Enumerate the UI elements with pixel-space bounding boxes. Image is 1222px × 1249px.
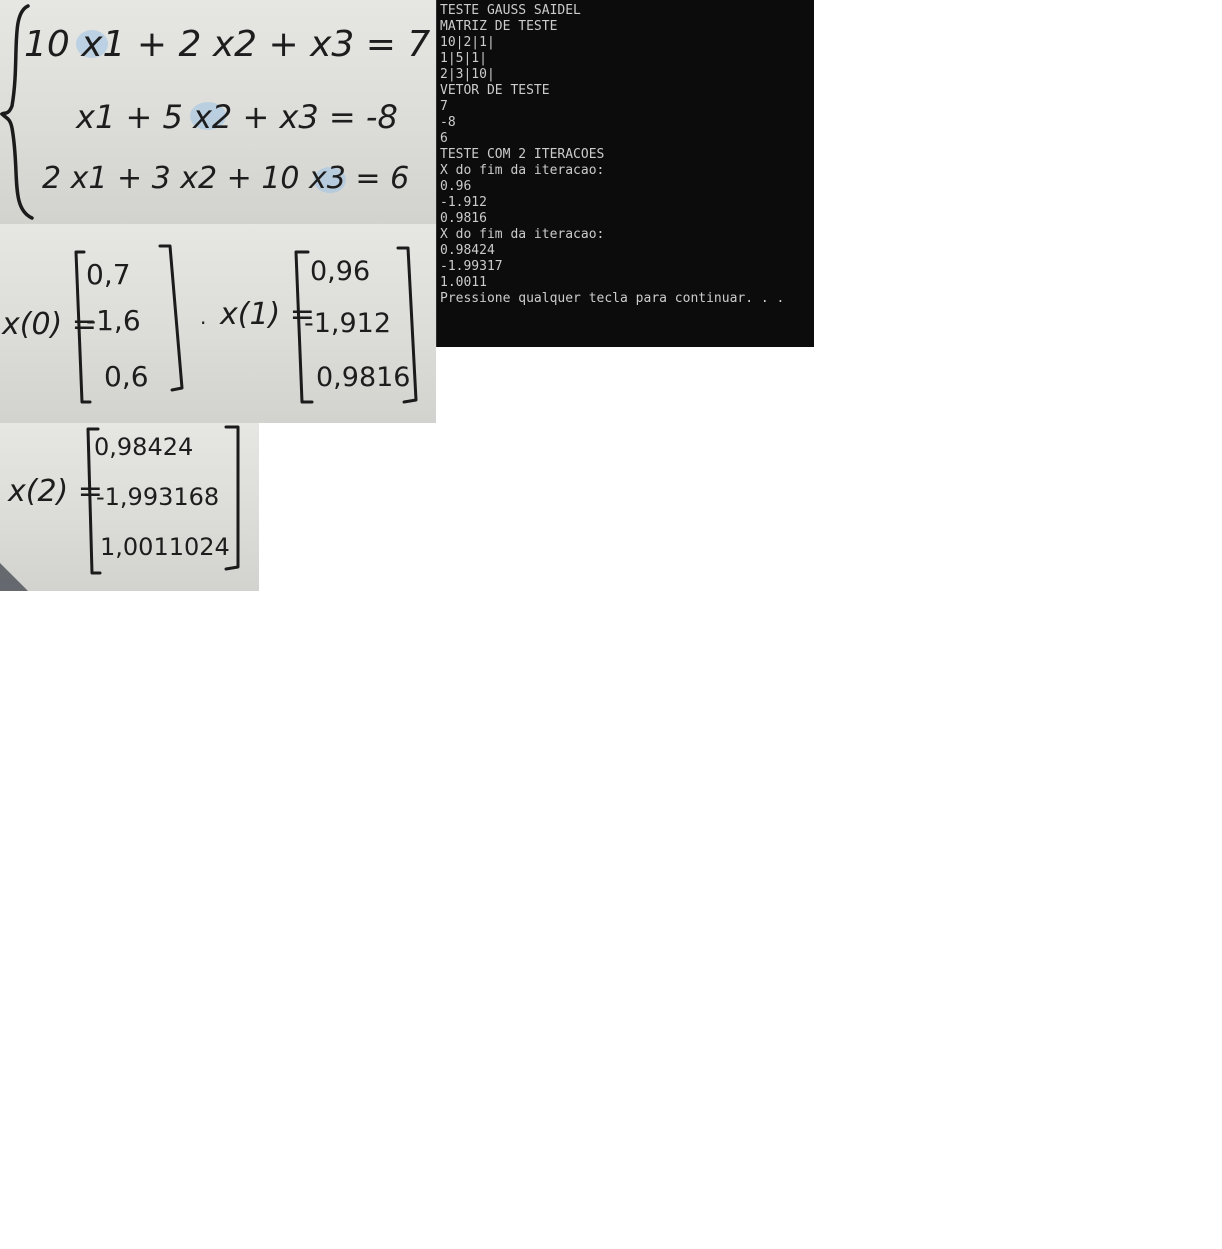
x2-value-1: 0,98424: [94, 433, 193, 461]
x0-bracket-right: [158, 244, 184, 392]
photo-shadow: [0, 563, 28, 591]
iterations-photo-2: x(2) = 0,98424 -1,993168 1,0011024: [0, 423, 259, 591]
console-line: 6: [440, 131, 448, 146]
separator-dot: .: [200, 305, 206, 329]
console-line: MATRIZ DE TESTE: [440, 19, 558, 34]
console-prompt: Pressione qualquer tecla para continuar.…: [440, 291, 785, 306]
console-line: 10|2|1|: [440, 35, 495, 50]
console-window[interactable]: TESTE GAUSS SAIDEL MATRIZ DE TESTE 10|2|…: [436, 0, 814, 347]
console-line: X do fim da iteracao:: [440, 163, 605, 178]
equation-1: 10 x1 + 2 x2 + x3 = 7: [24, 24, 430, 65]
x1-value-1: 0,96: [310, 256, 370, 287]
console-line: -1.912: [440, 195, 487, 210]
x0-value-1: 0,7: [86, 258, 131, 291]
x0-value-3: 0,6: [104, 360, 149, 393]
console-line: VETOR DE TESTE: [440, 83, 550, 98]
console-line: -8: [440, 115, 456, 130]
iterations-drawing-1: x(0) = 0,7 -1,6 0,6 . x(1) = 0,96 -1,912…: [1, 244, 418, 404]
x0-value-2: -1,6: [86, 304, 141, 337]
equations-photo: 10 x1 + 2 x2 + x3 = 7 x1 + 5 x2 + x3 = -…: [0, 0, 436, 224]
console-line: 0.98424: [440, 243, 495, 258]
console-line: 0.9816: [440, 211, 487, 226]
iterations-photo-1: x(0) = 0,7 -1,6 0,6 . x(1) = 0,96 -1,912…: [0, 224, 436, 423]
console-line: 7: [440, 99, 448, 114]
console-line: TESTE COM 2 ITERACOES: [440, 147, 605, 162]
x2-value-2: -1,993168: [96, 483, 219, 511]
x1-value-2: -1,912: [304, 308, 391, 339]
equation-2: x1 + 5 x2 + x3 = -8: [75, 98, 398, 136]
console-line: 1.0011: [440, 275, 487, 290]
x0-label: x(0) =: [1, 307, 97, 342]
console-line: 2|3|10|: [440, 67, 495, 82]
console-line: 0.96: [440, 179, 472, 194]
console-line: 1|5|1|: [440, 51, 487, 66]
console-line: X do fim da iteracao:: [440, 227, 605, 242]
x1-value-3: 0,9816: [316, 362, 410, 393]
equation-3: 2 x1 + 3 x2 + 10 x3 = 6: [42, 161, 409, 196]
iterations-drawing-2: x(2) = 0,98424 -1,993168 1,0011024: [0, 425, 240, 591]
console-line: -1.99317: [440, 259, 503, 274]
console-line: TESTE GAUSS SAIDEL: [440, 3, 581, 18]
x2-value-3: 1,0011024: [100, 533, 230, 561]
equations-drawing: 10 x1 + 2 x2 + x3 = 7 x1 + 5 x2 + x3 = -…: [0, 4, 430, 220]
x1-label: x(1) =: [219, 297, 315, 332]
